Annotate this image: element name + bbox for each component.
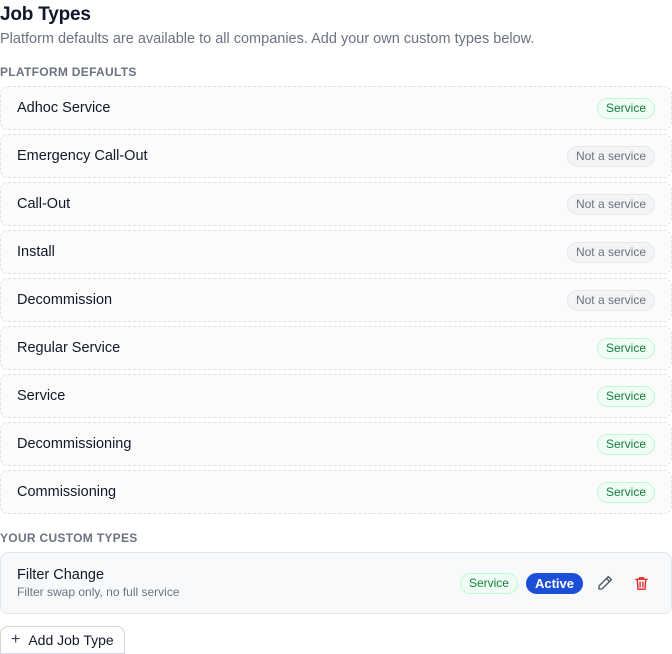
list-item: Decommission Not a service (0, 278, 672, 322)
service-badge: Service (596, 385, 655, 407)
job-type-name: Commissioning (17, 484, 117, 500)
plus-icon: + (11, 631, 21, 648)
service-badge: Service (596, 433, 655, 455)
job-type-name: Emergency Call-Out (17, 148, 148, 164)
list-item: Decommissioning Service (0, 422, 672, 466)
job-type-name: Service (17, 388, 66, 404)
list-item: Install Not a service (0, 230, 672, 274)
add-job-type-label: Add Job Type (28, 632, 114, 648)
trash-icon (634, 576, 648, 590)
not-a-service-badge: Not a service (566, 289, 655, 311)
list-item: Call-Out Not a service (0, 182, 672, 226)
list-item: Commissioning Service (0, 470, 672, 514)
list-item: Emergency Call-Out Not a service (0, 134, 672, 178)
pencil-icon (598, 575, 613, 590)
platform-defaults-list: Adhoc Service Service Emergency Call-Out… (0, 86, 672, 518)
service-badge: Service (459, 572, 518, 594)
section-label-platform-defaults: PLATFORM DEFAULTS (0, 65, 137, 79)
delete-button[interactable] (627, 569, 655, 597)
job-type-name: Decommissioning (17, 436, 132, 452)
not-a-service-badge: Not a service (566, 241, 655, 263)
service-badge: Service (596, 481, 655, 503)
page-subtitle: Platform defaults are available to all c… (0, 31, 535, 47)
not-a-service-badge: Not a service (566, 193, 655, 215)
job-type-name: Regular Service (17, 340, 121, 356)
service-badge: Service (596, 337, 655, 359)
custom-type-description: Filter swap only, no full service (17, 585, 180, 599)
add-job-type-button[interactable]: + Add Job Type (0, 626, 125, 654)
job-type-name: Install (17, 244, 55, 260)
list-item: Service Service (0, 374, 672, 418)
page-title: Job Types (0, 4, 91, 25)
job-type-name: Adhoc Service (17, 100, 111, 116)
list-item: Adhoc Service Service (0, 86, 672, 130)
edit-button[interactable] (591, 569, 619, 597)
not-a-service-badge: Not a service (566, 145, 655, 167)
service-badge: Service (596, 97, 655, 119)
list-item: Regular Service Service (0, 326, 672, 370)
section-label-custom-types: YOUR CUSTOM TYPES (0, 531, 138, 545)
job-type-name: Call-Out (17, 196, 71, 212)
job-type-name: Decommission (17, 292, 113, 308)
active-status-badge: Active (525, 572, 583, 594)
custom-type-card: Filter Change Filter swap only, no full … (0, 552, 672, 614)
custom-type-name: Filter Change (17, 567, 105, 583)
